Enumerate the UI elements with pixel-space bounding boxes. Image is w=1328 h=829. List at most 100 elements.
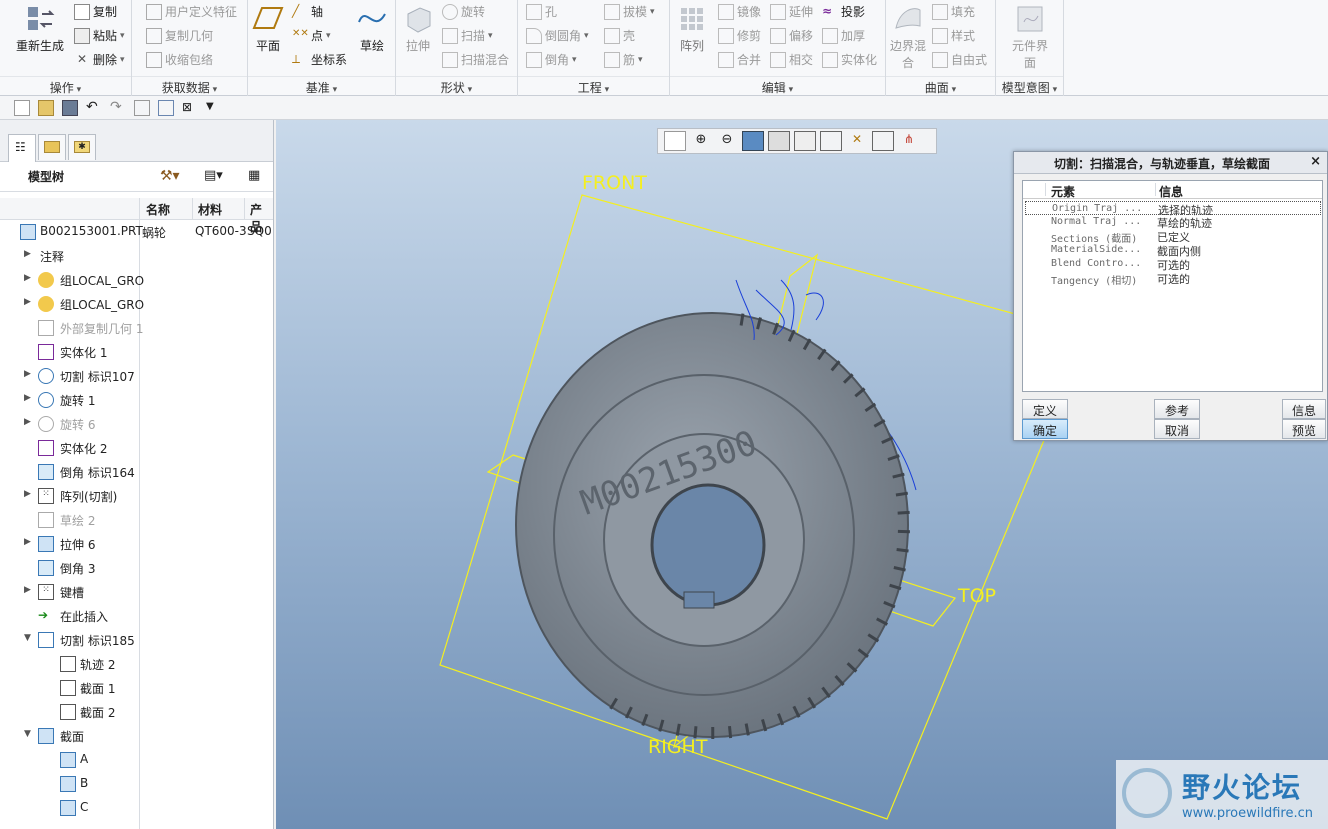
- tree-row-annotations[interactable]: ▶ 注释: [0, 244, 273, 268]
- close-icon[interactable]: ×: [1310, 154, 1321, 169]
- axis-button[interactable]: ╱ 轴: [292, 3, 323, 20]
- regenerate-small-icon[interactable]: [134, 99, 150, 116]
- tree-row-chamfer3[interactable]: 倒角 3: [0, 556, 273, 580]
- display-style-icon[interactable]: [768, 131, 790, 151]
- expand-arrow-icon[interactable]: ▶: [24, 417, 34, 427]
- tree-row-extrude6[interactable]: ▶ 拉伸 6: [0, 532, 273, 556]
- tab-favorites[interactable]: ✱: [68, 134, 96, 160]
- view-manager-icon[interactable]: [820, 131, 842, 151]
- cancel-button[interactable]: 取消: [1154, 419, 1200, 439]
- expand-arrow-icon[interactable]: ▶: [24, 585, 34, 595]
- revolve-button[interactable]: 旋转: [442, 3, 485, 20]
- tree-row-cut107[interactable]: ▶ 切割 标识107: [0, 364, 273, 388]
- datum-label-top[interactable]: TOP: [958, 585, 996, 607]
- expand-arrow-icon[interactable]: ▶: [24, 537, 34, 547]
- tree-settings-icon[interactable]: ⚒▾: [160, 168, 180, 184]
- point-button[interactable]: ✕✕ 点: [292, 27, 331, 44]
- tree-row-section-b[interactable]: B: [0, 772, 273, 796]
- tree-show-icon[interactable]: ▤▾: [204, 168, 223, 183]
- sweep-button[interactable]: 扫描: [442, 27, 493, 44]
- tree-row-traj2[interactable]: 轨迹 2: [0, 652, 273, 676]
- tree-row-chamfer164[interactable]: 倒角 标识164: [0, 460, 273, 484]
- undo-icon[interactable]: ↶: [86, 100, 102, 116]
- merge-button[interactable]: 合并: [718, 51, 761, 68]
- csys-button[interactable]: ⟂ 坐标系: [292, 51, 347, 68]
- project-button[interactable]: ≈ 投影: [822, 3, 865, 20]
- group-label-surfaces[interactable]: 曲面: [886, 76, 995, 95]
- tree-row-solidify2[interactable]: 实体化 2: [0, 436, 273, 460]
- datum-label-front[interactable]: FRONT: [582, 172, 647, 194]
- fill-button[interactable]: 填充: [932, 3, 975, 20]
- dialog-title-bar[interactable]: 切割：扫描混合，与轨迹垂直，草绘截面 ×: [1014, 152, 1327, 174]
- shrinkwrap-button[interactable]: 收缩包络: [146, 51, 213, 68]
- pattern-button[interactable]: 阵列: [674, 4, 710, 54]
- tree-row-section-c[interactable]: C: [0, 796, 273, 820]
- spin-center-icon[interactable]: ⋔: [898, 131, 920, 151]
- element-row-material-side[interactable]: MaterialSide... 截面内侧: [1025, 243, 1321, 258]
- tree-row-part[interactable]: B002153001.PRT 蜗轮 QT600-3 SQ0: [0, 220, 273, 244]
- tree-row-keyway[interactable]: ▶ ⁙ 键槽: [0, 580, 273, 604]
- element-row-tangency[interactable]: Tangency (相切) 可选的: [1025, 271, 1321, 287]
- style-button[interactable]: 样式: [932, 27, 975, 44]
- tree-row-section2[interactable]: 截面 2: [0, 700, 273, 724]
- gear-bore[interactable]: [650, 483, 766, 607]
- tab-folder-browser[interactable]: [38, 134, 66, 160]
- chamfer-button[interactable]: 倒角: [526, 51, 577, 68]
- define-button[interactable]: 定义: [1022, 399, 1068, 419]
- open-file-icon[interactable]: [38, 99, 54, 116]
- element-row-origin-traj[interactable]: Origin Traj ... 选择的轨迹: [1025, 201, 1321, 217]
- group-label-modelintent[interactable]: 模型意图: [996, 76, 1063, 95]
- zoom-in-icon[interactable]: ⊕: [690, 131, 712, 151]
- group-label-engineering[interactable]: 工程: [518, 76, 669, 95]
- expand-arrow-icon[interactable]: ▶: [24, 369, 34, 379]
- tree-row-section1[interactable]: 截面 1: [0, 676, 273, 700]
- tree-row-revolve1[interactable]: ▶ 旋转 1: [0, 388, 273, 412]
- regenerate-button[interactable]: 重新生成: [10, 4, 70, 54]
- copy-button[interactable]: 复制: [74, 3, 117, 20]
- solidify-button[interactable]: 实体化: [822, 51, 877, 68]
- mirror-button[interactable]: 镜像: [718, 3, 761, 20]
- component-interface-button[interactable]: 元件界面: [1008, 4, 1052, 71]
- tree-row-insert-here[interactable]: ➔ 在此插入: [0, 604, 273, 628]
- tree-row-revolve6[interactable]: ▶ 旋转 6: [0, 412, 273, 436]
- tree-row-ext-copy-geom[interactable]: 外部复制几何 1: [0, 316, 273, 340]
- new-file-icon[interactable]: [14, 99, 30, 116]
- extend-button[interactable]: 延伸: [770, 3, 813, 20]
- save-icon[interactable]: [62, 99, 78, 116]
- refit-icon[interactable]: [664, 131, 686, 151]
- tree-row-section-a[interactable]: A: [0, 748, 273, 772]
- preview-button[interactable]: 预览: [1282, 419, 1326, 439]
- redo-icon[interactable]: ↷: [110, 100, 126, 116]
- thicken-button[interactable]: 加厚: [822, 27, 865, 44]
- element-row-blend-control[interactable]: Blend Contro... 可选的: [1025, 257, 1321, 272]
- element-row-sections[interactable]: Sections (截面) 已定义: [1025, 229, 1321, 245]
- trim-button[interactable]: 修剪: [718, 27, 761, 44]
- tree-row-group1[interactable]: ▶ 组LOCAL_GRO: [0, 268, 273, 292]
- hole-button[interactable]: 孔: [526, 3, 557, 20]
- copy-geometry-button[interactable]: 复制几何: [146, 27, 213, 44]
- tree-row-pattern[interactable]: ▶ ⁙ 阵列(切割): [0, 484, 273, 508]
- customize-toolbar-icon[interactable]: ▼: [206, 100, 222, 116]
- expand-arrow-icon[interactable]: ▶: [24, 489, 34, 499]
- group-label-getdata[interactable]: 获取数据: [132, 76, 247, 95]
- collapse-arrow-icon[interactable]: ▼: [24, 729, 34, 739]
- element-row-normal-traj[interactable]: Normal Traj ... 草绘的轨迹: [1025, 215, 1321, 230]
- tab-model-tree[interactable]: ☷: [8, 134, 36, 162]
- tree-filter-icon[interactable]: ▦: [248, 168, 260, 183]
- ok-button[interactable]: 确定: [1022, 419, 1068, 439]
- paste-button[interactable]: 粘贴: [74, 27, 125, 44]
- datum-label-right[interactable]: RIGHT: [648, 736, 707, 758]
- column-name[interactable]: 名称: [146, 201, 170, 218]
- group-label-shapes[interactable]: 形状: [396, 76, 517, 95]
- column-material[interactable]: 材料: [198, 201, 222, 218]
- expand-arrow-icon[interactable]: ▶: [24, 393, 34, 403]
- tree-row-cut185[interactable]: ▼ 切割 标识185: [0, 628, 273, 652]
- datum-display-icon[interactable]: ✕: [846, 131, 868, 151]
- expand-arrow-icon[interactable]: ▶: [24, 249, 34, 259]
- plane-button[interactable]: 平面: [250, 4, 286, 54]
- tree-row-group2[interactable]: ▶ 组LOCAL_GRO: [0, 292, 273, 316]
- references-button[interactable]: 参考: [1154, 399, 1200, 419]
- windows-icon[interactable]: [158, 99, 174, 116]
- annotation-display-icon[interactable]: [872, 131, 894, 151]
- repaint-icon[interactable]: [742, 131, 764, 151]
